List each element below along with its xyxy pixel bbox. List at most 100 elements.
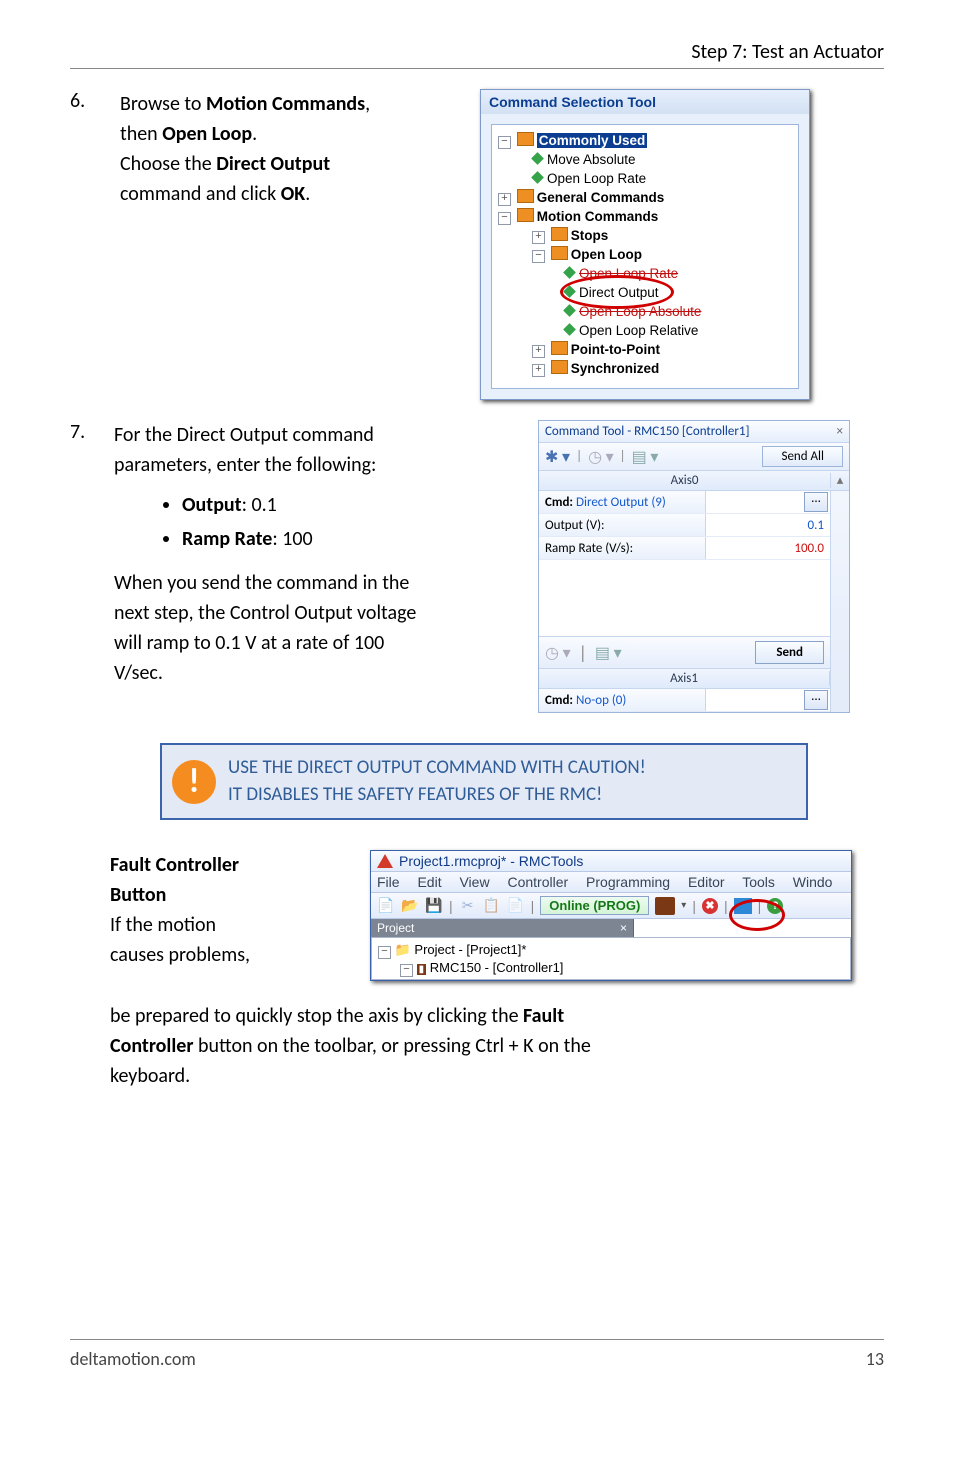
help-icon[interactable]: ?: [767, 898, 783, 914]
separator: |: [758, 898, 762, 914]
tree-item-open-loop-absolute[interactable]: Open Loop Absolute: [496, 302, 794, 321]
separator: |: [531, 898, 535, 914]
text: keyboard.: [110, 1064, 190, 1088]
text-bold: Controller: [110, 1034, 193, 1058]
tree-item-stops[interactable]: + Stops: [496, 226, 794, 245]
diamond-icon: [563, 266, 576, 279]
folder-icon: [551, 360, 568, 374]
toolbar-icon[interactable]: 📂: [401, 897, 419, 915]
window-title: Command Tool - RMC150 [Controller1]: [545, 424, 749, 439]
text: V/sec.: [114, 661, 163, 685]
scroll-up-icon[interactable]: ▴: [831, 473, 849, 488]
collapse-icon[interactable]: −: [400, 964, 413, 977]
browse-button[interactable]: ...: [804, 690, 828, 710]
axis-header: Axis1: [539, 671, 830, 686]
dropdown-icon[interactable]: ▾: [681, 900, 686, 911]
ramp-rate-value[interactable]: 100.0: [706, 537, 830, 559]
toolbar-icon[interactable]: [655, 897, 675, 915]
tree-item-open-loop-rate[interactable]: Open Loop Rate: [496, 169, 794, 188]
paste-icon[interactable]: 📄: [507, 897, 525, 915]
tree-item-project[interactable]: − 📁 Project - [Project1]*: [378, 941, 844, 959]
toolbar-icon[interactable]: 📄: [377, 897, 395, 915]
text: For the Direct Output command: [114, 423, 374, 447]
ramp-rate-label: Ramp Rate (V/s):: [539, 537, 706, 559]
expand-icon[interactable]: +: [498, 193, 511, 206]
controller-icon: ▮: [417, 964, 427, 975]
tree-item-open-loop-rate2[interactable]: Open Loop Rate: [496, 264, 794, 283]
scrollbar[interactable]: [830, 491, 849, 712]
text-bold: Open Loop: [162, 122, 252, 146]
menu-editor[interactable]: Editor: [688, 874, 725, 890]
send-all-button[interactable]: Send All: [762, 446, 843, 467]
menu-bar: File Edit View Controller Programming Ed…: [371, 872, 851, 893]
list-item: Output: 0.1: [182, 490, 534, 520]
copy-icon[interactable]: 📋: [483, 897, 501, 915]
step-number-6: 6.: [70, 89, 110, 113]
tree-item-general-commands[interactable]: + General Commands: [496, 188, 794, 207]
menu-tools[interactable]: Tools: [742, 874, 775, 890]
folder-icon: [517, 189, 534, 203]
text: : 0.1: [242, 493, 277, 517]
text-bold: Direct Output: [216, 152, 330, 176]
cmd-value[interactable]: No-op (0): [576, 693, 626, 708]
tree-item-move-absolute[interactable]: Move Absolute: [496, 150, 794, 169]
browse-button[interactable]: ...: [804, 492, 828, 512]
tree-item-direct-output[interactable]: Direct Output: [496, 283, 794, 302]
online-status-button[interactable]: Online (PROG): [540, 896, 649, 915]
text: ,: [365, 92, 370, 116]
menu-window[interactable]: Windo: [793, 874, 833, 890]
collapse-icon[interactable]: −: [378, 946, 391, 959]
tree-item-motion-commands[interactable]: − Motion Commands: [496, 207, 794, 226]
tree-item-commonly-used[interactable]: − Commonly Used: [496, 131, 794, 150]
cut-icon[interactable]: ✂: [459, 897, 477, 915]
close-icon[interactable]: ×: [837, 424, 843, 439]
cmd-value[interactable]: Direct Output (9): [576, 495, 666, 510]
output-label: Output (V):: [539, 514, 706, 536]
text: be prepared to quickly stop the axis by …: [110, 1004, 523, 1028]
collapse-icon[interactable]: −: [532, 250, 545, 263]
toolbar-icon[interactable]: ◷ ▾: [545, 643, 571, 663]
menu-edit[interactable]: Edit: [417, 874, 441, 890]
folder-icon: [517, 208, 534, 222]
expand-icon[interactable]: +: [532, 364, 545, 377]
text-bold: Output: [182, 493, 242, 517]
step-number-7: 7.: [70, 420, 110, 444]
warning-icon: !: [172, 760, 216, 804]
menu-controller[interactable]: Controller: [507, 874, 568, 890]
tree-item-synchronized[interactable]: + Synchronized: [496, 359, 794, 378]
collapse-icon[interactable]: −: [498, 136, 511, 149]
menu-programming[interactable]: Programming: [586, 874, 670, 890]
send-button[interactable]: Send: [755, 641, 824, 664]
text: command and click: [120, 182, 281, 206]
diamond-icon: [531, 171, 544, 184]
tree-item-open-loop[interactable]: − Open Loop: [496, 245, 794, 264]
text: : 100: [272, 527, 312, 551]
text: then: [120, 122, 162, 146]
toolbar-icon[interactable]: ✱ ▾: [545, 447, 570, 467]
text: Choose the: [120, 152, 216, 176]
tree-item-controller[interactable]: − ▮ RMC150 - [Controller1]: [378, 959, 844, 979]
separator: |: [620, 449, 626, 464]
collapse-icon[interactable]: −: [498, 212, 511, 225]
toolbar-icon[interactable]: ▤ ▾: [595, 643, 622, 663]
output-value[interactable]: 0.1: [706, 514, 830, 536]
text: button on the toolbar, or pressing Ctrl …: [193, 1034, 590, 1058]
menu-file[interactable]: File: [377, 874, 400, 890]
heading: Fault Controller: [110, 853, 239, 877]
project-panel-header: Project ×: [371, 919, 634, 937]
folder-icon: [551, 227, 568, 241]
toolbar-icon[interactable]: ◷ ▾: [588, 447, 614, 467]
close-icon[interactable]: ×: [620, 921, 627, 935]
menu-view[interactable]: View: [459, 874, 489, 890]
text-bold: Fault: [523, 1004, 564, 1028]
fault-controller-button[interactable]: ✖: [702, 898, 718, 914]
tree-item-point-to-point[interactable]: + Point-to-Point: [496, 340, 794, 359]
expand-icon[interactable]: +: [532, 345, 545, 358]
toolbar-icon[interactable]: [734, 898, 752, 914]
tree-item-open-loop-relative[interactable]: Open Loop Relative: [496, 321, 794, 340]
expand-icon[interactable]: +: [532, 231, 545, 244]
save-icon[interactable]: 💾: [425, 897, 443, 915]
toolbar-icon[interactable]: ▤ ▾: [632, 447, 659, 467]
list-item: Ramp Rate: 100: [182, 524, 534, 554]
rmctools-window: Project1.rmcproj* - RMCTools File Edit V…: [370, 850, 852, 981]
